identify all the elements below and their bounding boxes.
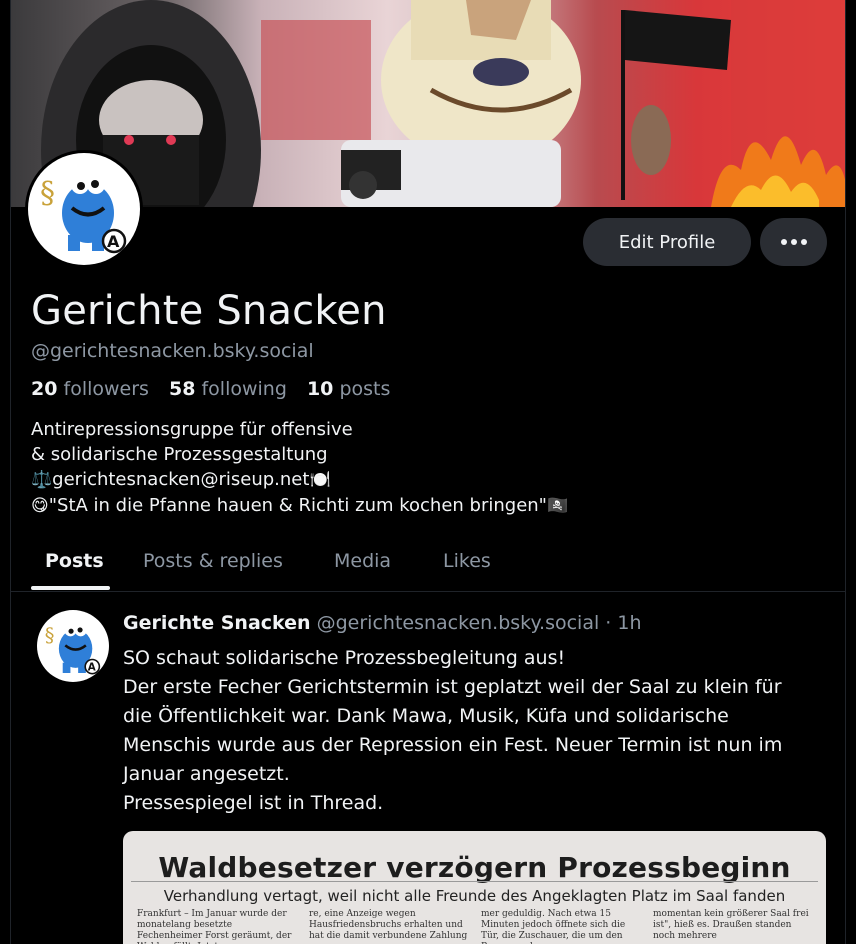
scales-icon: ⚖️ — [31, 470, 53, 490]
edit-profile-button[interactable]: Edit Profile — [583, 218, 751, 266]
post-text-line: Menschis wurde aus der Repression ein Fe… — [123, 734, 783, 756]
following-link[interactable]: 58 following — [169, 378, 287, 400]
ellipsis-icon — [780, 239, 787, 245]
post-author-avatar[interactable]: § A — [37, 610, 109, 682]
banner-illustration — [41, 0, 845, 207]
bio-line: 😋"StA in die Pfanne hauen & Richti zum k… — [31, 493, 731, 519]
more-options-button[interactable] — [760, 218, 827, 266]
profile-page: § A Edit Profile Gerichte Snacken @geric… — [10, 0, 846, 944]
pirate-flag-icon: 🏴‍☠️ — [546, 496, 569, 516]
post-header: Gerichte Snacken @gerichtesnacken.bsky.s… — [123, 612, 642, 634]
bio-email-link[interactable]: gerichtesnacken@riseup.net — [52, 469, 309, 490]
post-text-line: Januar angesetzt. — [123, 763, 290, 785]
bio-line: & solidarische Prozessgestaltung — [31, 444, 328, 465]
profile-display-name: Gerichte Snacken — [31, 288, 387, 334]
newspaper-rule — [131, 881, 818, 882]
post-text-line: die Öffentlichkeit war. Dank Mawa, Musik… — [123, 705, 729, 727]
svg-text:§: § — [40, 176, 55, 211]
newspaper-subhead: Verhandlung vertagt, weil nicht alle Fre… — [163, 887, 786, 905]
active-tab-indicator — [31, 586, 110, 590]
svg-text:A: A — [88, 661, 96, 673]
profile-tabs: Posts Posts & replies Media Likes — [11, 531, 845, 592]
post-timestamp[interactable]: 1h — [617, 612, 641, 634]
newspaper-headline: Waldbesetzer verzögern Prozessbeginn — [158, 851, 791, 884]
plate-icon: 🍽️ — [309, 470, 331, 490]
post-text-line: SO schaut solidarische Prozessbegleitung… — [123, 647, 566, 669]
followers-link[interactable]: 20 followers — [31, 378, 149, 400]
bio-line: ⚖️gerichtesnacken@riseup.net🍽️ — [31, 467, 731, 493]
post-author-name[interactable]: Gerichte Snacken — [123, 612, 311, 634]
post-author-handle[interactable]: @gerichtesnacken.bsky.social — [317, 612, 600, 634]
svg-text:§: § — [45, 624, 55, 647]
profile-banner[interactable] — [11, 0, 845, 207]
newspaper-column: mer geduldig. Nach etwa 15 Minuten jedoc… — [481, 909, 626, 944]
newspaper-columns: Frankfurt – Im Januar wurde der monatela… — [137, 909, 817, 944]
posts-count: 10 posts — [306, 378, 391, 400]
profile-stats: 20 followers 58 following 10 posts — [31, 378, 390, 400]
post-text-line: Der erste Fecher Gerichtstermin ist gepl… — [123, 676, 782, 698]
post-text-line: Pressespiegel ist in Thread. — [123, 792, 384, 814]
tab-posts-and-replies[interactable]: Posts & replies — [143, 531, 283, 591]
yum-face-icon: 😋 — [31, 496, 49, 516]
newspaper-column: re, eine Anzeige wegen Hausfriedensbruch… — [309, 909, 468, 944]
tab-media[interactable]: Media — [334, 531, 391, 591]
newspaper-column: Frankfurt – Im Januar wurde der monatela… — [137, 909, 292, 944]
tab-posts[interactable]: Posts — [45, 531, 104, 591]
svg-text:A: A — [107, 232, 120, 251]
post-text: SO schaut solidarische Prozessbegleitung… — [123, 644, 835, 818]
post-separator: · — [605, 612, 612, 634]
avatar-image: § A — [28, 153, 140, 265]
profile-avatar[interactable]: § A — [25, 150, 143, 268]
post-image-embed[interactable]: Waldbesetzer verzögern Prozessbeginn Ver… — [123, 831, 826, 944]
tab-likes[interactable]: Likes — [443, 531, 491, 591]
feed-post[interactable]: § A Gerichte Snacken @gerichtesnacken.bs… — [11, 592, 845, 944]
newspaper-column: momentan kein größerer Saal frei ist", h… — [653, 909, 809, 941]
profile-bio: Antirepressionsgruppe für offensive & so… — [31, 417, 731, 519]
profile-handle: @gerichtesnacken.bsky.social — [31, 340, 314, 362]
bio-line: Antirepressionsgruppe für offensive — [31, 419, 353, 440]
